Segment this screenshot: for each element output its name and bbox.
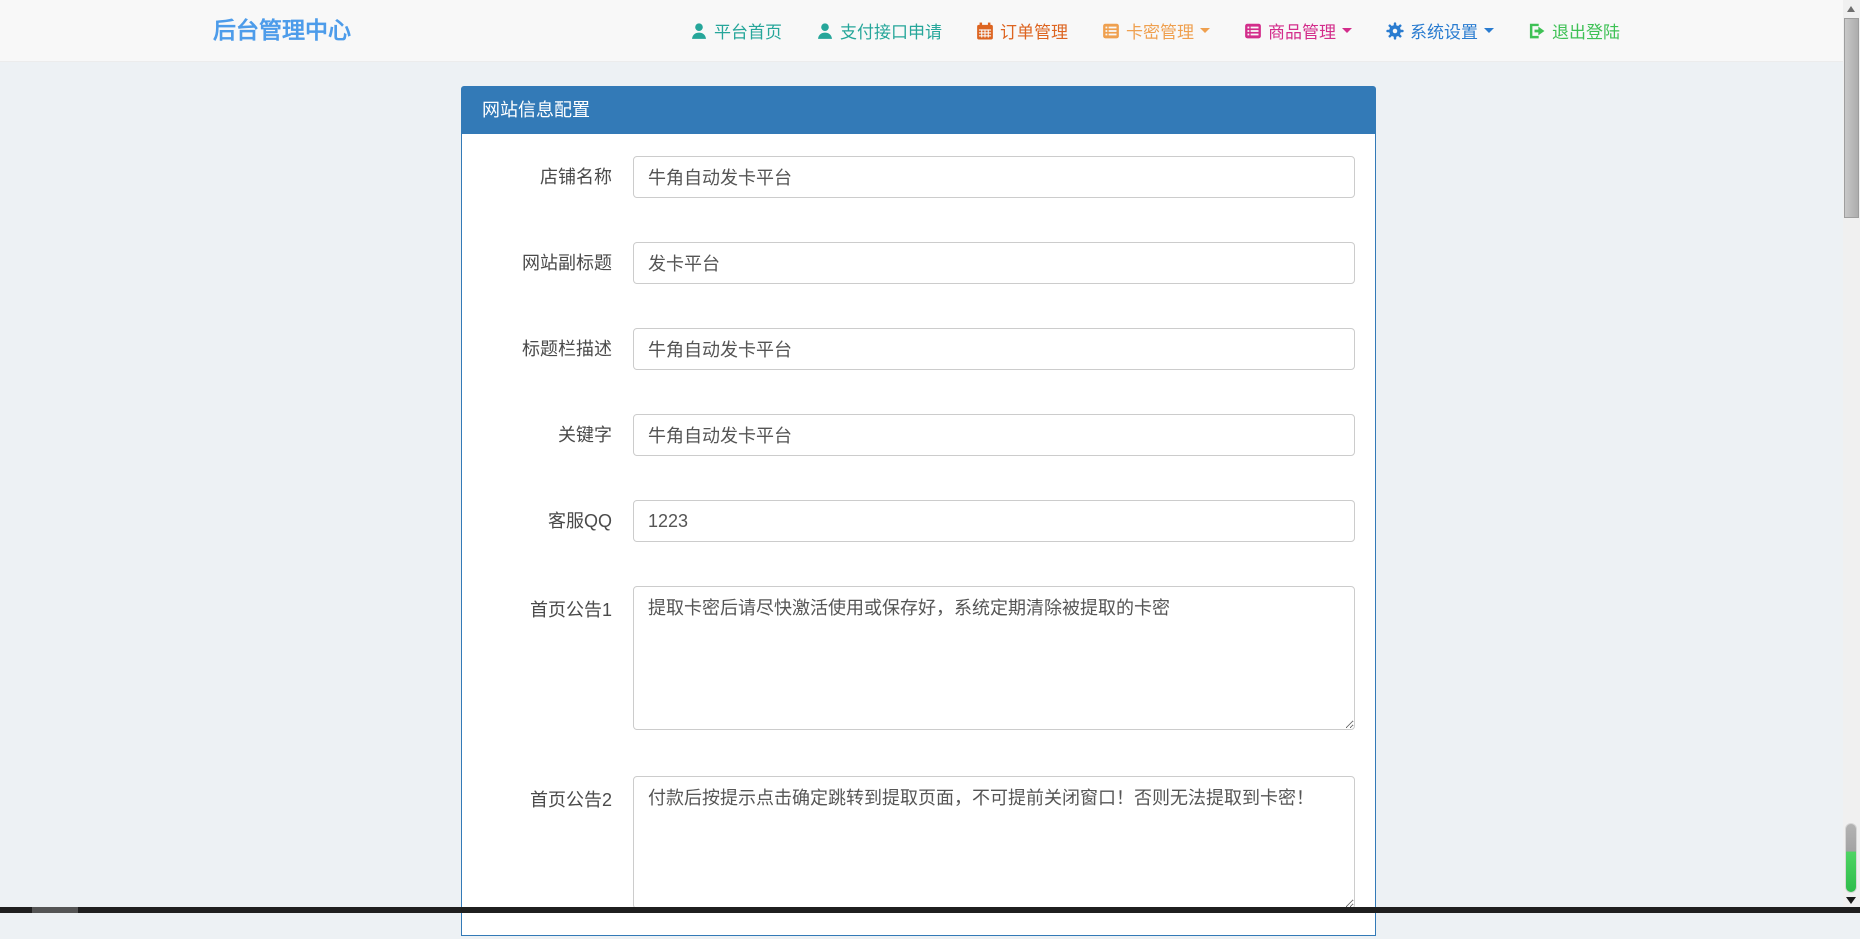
brand-logo[interactable]: 后台管理中心 <box>213 0 351 61</box>
form-row: 首页公告2 付款后按提示点击确定跳转到提取页面，不可提前关闭窗口！否则无法提取到… <box>462 776 1375 909</box>
form-row: 首页公告1 提取卡密后请尽快激活使用或保存好，系统定期清除被提取的卡密 <box>462 586 1375 730</box>
home-notice1-label: 首页公告1 <box>462 586 612 730</box>
site-subtitle-label: 网站副标题 <box>462 242 612 284</box>
list-alt-icon <box>1244 22 1262 40</box>
top-navbar: 后台管理中心 平台首页 支付接口申请 <box>0 0 1843 62</box>
scrollbar-down-arrow-icon[interactable] <box>1846 897 1856 904</box>
chevron-down-icon <box>1484 28 1494 33</box>
user-icon <box>816 22 834 40</box>
nav-item-label: 支付接口申请 <box>840 18 942 43</box>
vertical-scrollbar[interactable] <box>1843 0 1860 913</box>
scrollbar-up-arrow-icon[interactable] <box>1847 6 1855 12</box>
list-alt-icon <box>1102 22 1120 40</box>
home-notice2-label: 首页公告2 <box>462 776 612 909</box>
shop-name-input[interactable] <box>633 156 1355 198</box>
chevron-down-icon <box>1200 28 1210 33</box>
nav-item-logout[interactable]: 退出登陆 <box>1528 18 1620 43</box>
home-notice2-textarea[interactable]: 付款后按提示点击确定跳转到提取页面，不可提前关闭窗口！否则无法提取到卡密！ <box>633 776 1355 909</box>
chevron-down-icon <box>1342 28 1352 33</box>
nav-item-system-settings[interactable]: 系统设置 <box>1386 18 1494 43</box>
nav-item-label: 卡密管理 <box>1126 18 1194 43</box>
nav-item-card-manage[interactable]: 卡密管理 <box>1102 18 1210 43</box>
calendar-icon <box>976 22 994 40</box>
site-config-panel: 网站信息配置 店铺名称 网站副标题 标题栏描述 关键字 客服QQ 首页公告1 提… <box>461 86 1376 936</box>
title-description-label: 标题栏描述 <box>462 328 612 370</box>
vertical-scrollbar-thumb[interactable] <box>1844 18 1859 218</box>
form-row: 店铺名称 <box>462 156 1375 198</box>
site-subtitle-input[interactable] <box>633 242 1355 284</box>
horizontal-scrollbar <box>0 907 1860 913</box>
nav-item-label: 平台首页 <box>714 18 782 43</box>
form-row: 网站副标题 <box>462 242 1375 284</box>
nav-item-product-manage[interactable]: 商品管理 <box>1244 18 1352 43</box>
form-row: 关键字 <box>462 414 1375 456</box>
panel-body: 店铺名称 网站副标题 标题栏描述 关键字 客服QQ 首页公告1 提取卡密后请尽快… <box>462 134 1375 939</box>
nav-item-platform-home[interactable]: 平台首页 <box>690 18 782 43</box>
horizontal-scrollbar-thumb[interactable] <box>32 907 78 913</box>
nav-item-payment-apply[interactable]: 支付接口申请 <box>816 18 942 43</box>
nav-item-label: 订单管理 <box>1000 18 1068 43</box>
home-notice1-textarea[interactable]: 提取卡密后请尽快激活使用或保存好，系统定期清除被提取的卡密 <box>633 586 1355 730</box>
service-qq-label: 客服QQ <box>462 500 612 542</box>
user-icon <box>690 22 708 40</box>
keywords-input[interactable] <box>633 414 1355 456</box>
title-description-input[interactable] <box>633 328 1355 370</box>
logout-icon <box>1528 22 1546 40</box>
form-row: 客服QQ <box>462 500 1375 542</box>
service-qq-input[interactable] <box>633 500 1355 542</box>
panel-title: 网站信息配置 <box>462 87 1375 134</box>
nav-item-order-manage[interactable]: 订单管理 <box>976 18 1068 43</box>
keywords-label: 关键字 <box>462 414 612 456</box>
shop-name-label: 店铺名称 <box>462 156 612 198</box>
nav-item-label: 商品管理 <box>1268 18 1336 43</box>
nav-item-label: 系统设置 <box>1410 18 1478 43</box>
gear-icon <box>1386 22 1404 40</box>
form-row: 标题栏描述 <box>462 328 1375 370</box>
nav-list: 平台首页 支付接口申请 <box>690 0 1620 61</box>
scroll-progress-widget[interactable] <box>1845 823 1857 893</box>
nav-item-label: 退出登陆 <box>1552 18 1620 43</box>
